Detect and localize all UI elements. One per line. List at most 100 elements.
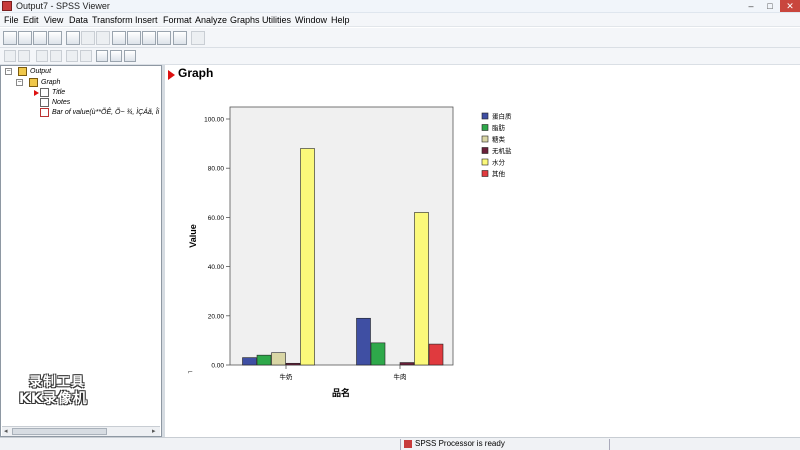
- menu-bar: File Edit View Data Transform Insert For…: [0, 13, 800, 27]
- chart-marker-glyph: ⌐: [188, 367, 193, 376]
- graph-book-icon: [29, 78, 38, 87]
- save-icon[interactable]: [18, 31, 32, 45]
- collapse-icon[interactable]: [50, 50, 62, 62]
- tree-notes[interactable]: Notes: [52, 99, 70, 106]
- processor-icon: [404, 440, 412, 448]
- print-icon[interactable]: [33, 31, 47, 45]
- insert-heading-icon[interactable]: [96, 50, 108, 62]
- legend-label: 水分: [492, 158, 506, 167]
- show-icon[interactable]: [66, 50, 78, 62]
- legend-swatch: [481, 147, 489, 154]
- menu-data[interactable]: Data: [69, 15, 88, 25]
- y-tick-label: 60.00: [208, 215, 225, 222]
- legend-swatch: [481, 158, 489, 166]
- menu-window[interactable]: Window: [295, 15, 327, 25]
- tree-title[interactable]: Title: [52, 89, 65, 96]
- scroll-thumb[interactable]: [12, 428, 107, 435]
- notes-doc-icon: [40, 98, 49, 107]
- expand-icon[interactable]: [36, 50, 48, 62]
- minimize-button[interactable]: –: [742, 0, 760, 12]
- outline-pane[interactable]: − Output − Graph Title Notes Bar of valu…: [0, 65, 162, 437]
- bar-1-3[interactable]: [399, 362, 415, 366]
- tree-bar-chart[interactable]: Bar of value(ù**ÕÊ, Õ~ ¾, ÌÇÁã, Îi­: [52, 109, 159, 116]
- insert-icon[interactable]: [191, 31, 205, 45]
- menu-help[interactable]: Help: [331, 15, 350, 25]
- close-button[interactable]: ✕: [780, 0, 800, 12]
- spss-app-icon: [2, 1, 12, 11]
- collapse-graph-icon[interactable]: −: [16, 79, 23, 86]
- legend-swatch: [481, 135, 489, 143]
- menu-file[interactable]: File: [4, 15, 19, 25]
- y-tick-label: 0.00: [211, 363, 224, 370]
- scroll-left-icon[interactable]: ◂: [4, 427, 8, 435]
- status-text: SPSS Processor is ready: [415, 439, 505, 448]
- outline-horizontal-scrollbar[interactable]: ◂ ▸: [2, 426, 160, 436]
- bar-0-1[interactable]: [256, 354, 272, 366]
- bar-1-0[interactable]: [356, 317, 371, 366]
- menu-format[interactable]: Format: [163, 15, 192, 25]
- bar-1-1[interactable]: [370, 342, 386, 366]
- bar-1-4[interactable]: [414, 212, 429, 366]
- current-item-arrow-icon: [34, 90, 39, 96]
- scroll-right-icon[interactable]: ▸: [152, 427, 156, 435]
- watermark-line2: KK录像机: [19, 391, 88, 407]
- redo-icon[interactable]: [96, 31, 110, 45]
- chart-icon: [40, 108, 49, 117]
- legend-label: 无机盐: [492, 146, 512, 155]
- output-content-pane[interactable]: Graph 0.00 20.00 40.00 60.00 80.00 100.00 牛奶 牛…: [165, 65, 800, 437]
- processor-status: SPSS Processor is ready: [400, 439, 610, 450]
- tree-graph[interactable]: Graph: [41, 79, 60, 86]
- window-title: Output7 - SPSS Viewer: [16, 1, 110, 11]
- goto-case-icon[interactable]: [127, 31, 141, 45]
- outline-toolbar: [0, 48, 800, 65]
- x-axis-label: 品名: [332, 387, 350, 398]
- promote-icon[interactable]: [4, 50, 16, 62]
- menu-utilities[interactable]: Utilities: [262, 15, 291, 25]
- menu-insert[interactable]: Insert: [135, 15, 158, 25]
- heading-arrow-icon: [168, 70, 175, 80]
- find-icon[interactable]: [157, 31, 171, 45]
- bar-1-5[interactable]: [428, 343, 444, 366]
- y-tick-label: 40.00: [208, 264, 225, 271]
- undo-icon[interactable]: [81, 31, 95, 45]
- legend-swatch: [481, 112, 489, 120]
- menu-edit[interactable]: Edit: [23, 15, 39, 25]
- x-tick-label: 牛肉: [394, 372, 407, 381]
- designate-window-icon[interactable]: [173, 31, 187, 45]
- export-icon[interactable]: [66, 31, 80, 45]
- y-tick-label: 100.00: [204, 117, 224, 124]
- menu-analyze[interactable]: Analyze: [195, 15, 227, 25]
- y-tick-label: 20.00: [208, 313, 225, 320]
- legend-label: 脂肪: [492, 123, 506, 132]
- insert-title-icon[interactable]: [110, 50, 122, 62]
- bar-0-0[interactable]: [242, 357, 257, 366]
- output-heading: Graph: [178, 66, 214, 80]
- tree-output[interactable]: Output: [30, 68, 51, 75]
- menu-view[interactable]: View: [44, 15, 63, 25]
- bar-0-2[interactable]: [271, 352, 286, 366]
- bar-0-4[interactable]: [300, 148, 315, 366]
- open-icon[interactable]: [3, 31, 17, 45]
- demote-icon[interactable]: [18, 50, 30, 62]
- insert-text-icon[interactable]: [124, 50, 136, 62]
- print-preview-icon[interactable]: [48, 31, 62, 45]
- legend-label: 蛋白质: [492, 112, 512, 121]
- y-tick-label: 80.00: [208, 166, 225, 173]
- bar-0-3[interactable]: [285, 362, 301, 366]
- legend-label: 糖类: [492, 135, 506, 144]
- menu-transform[interactable]: Transform: [92, 15, 133, 25]
- goto-data-icon[interactable]: [112, 31, 126, 45]
- status-bar: SPSS Processor is ready: [0, 437, 800, 450]
- main-toolbar: [0, 28, 800, 48]
- collapse-output-icon[interactable]: −: [5, 68, 12, 75]
- hide-icon[interactable]: [80, 50, 92, 62]
- x-tick-label: 牛奶: [280, 372, 294, 381]
- maximize-button[interactable]: □: [761, 0, 779, 12]
- legend-swatch: [481, 124, 489, 131]
- legend-label: 其他: [492, 169, 506, 178]
- bar-chart[interactable]: 0.00 20.00 40.00 60.00 80.00 100.00 牛奶 牛肉 蛋白质脂…: [180, 90, 600, 435]
- variables-icon[interactable]: [142, 31, 156, 45]
- menu-graphs[interactable]: Graphs: [230, 15, 260, 25]
- title-bar: Output7 - SPSS Viewer – □ ✕: [0, 0, 800, 13]
- output-book-icon: [18, 67, 27, 76]
